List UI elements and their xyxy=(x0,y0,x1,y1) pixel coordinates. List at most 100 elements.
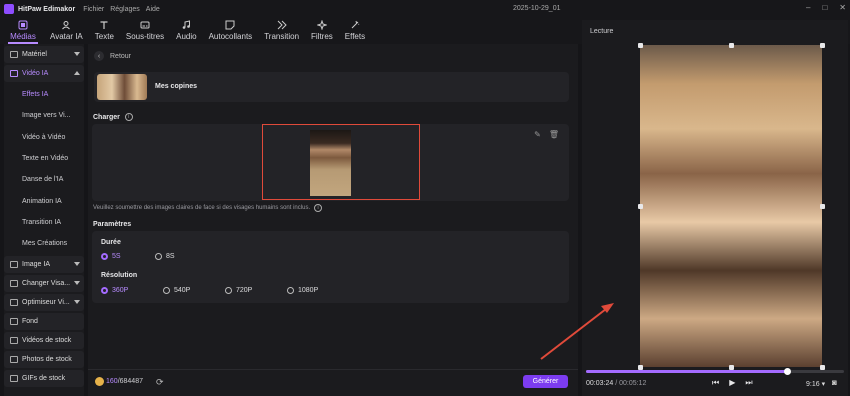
minimize-icon[interactable]: – xyxy=(806,3,810,12)
resize-handle[interactable] xyxy=(729,43,734,48)
close-icon[interactable]: ✕ xyxy=(839,3,846,12)
tab-autocollants[interactable]: Autocollants xyxy=(205,18,257,41)
resolution-option-540p[interactable]: 540P xyxy=(163,287,190,294)
sidebar-cat-changer-visage[interactable]: Changer Visa... xyxy=(4,275,84,293)
preview-video[interactable] xyxy=(640,45,822,367)
sidebar-cat-gifs-stock[interactable]: GIFs de stock xyxy=(4,370,84,388)
sidebar-cat-video-ia[interactable]: Vidéo IA xyxy=(4,65,84,82)
project-name: 2025-10-29_01 xyxy=(513,5,561,12)
tab-filtres[interactable]: Filtres xyxy=(307,18,337,41)
params-panel: Durée 5S 8S Résolution 360P 540P 720P 10… xyxy=(92,231,569,303)
back-button[interactable]: ‹ Retour xyxy=(94,51,131,61)
sidebar-cat-fond[interactable]: Fond xyxy=(4,313,84,331)
resolution-option-1080p[interactable]: 1080P xyxy=(287,287,318,294)
tab-label: Avatar IA xyxy=(50,32,83,41)
sidebar-cat-label: Optimiseur Vi... xyxy=(22,299,70,307)
resize-handle[interactable] xyxy=(820,204,825,209)
sidebar-item-image-vers-video[interactable]: Image vers Vi... xyxy=(4,105,84,126)
image-icon xyxy=(10,261,18,269)
sidebar-item-danse-ia[interactable]: Danse de l'IA xyxy=(4,169,84,190)
resolution-option-720p[interactable]: 720P xyxy=(225,287,252,294)
playback-controls: ⏮ ▶ ⏭ xyxy=(712,378,753,388)
seek-progress xyxy=(586,370,788,373)
radio-label: 5S xyxy=(112,253,121,260)
menu-reglages[interactable]: Réglages xyxy=(110,6,140,13)
sidebar-cat-label: Matériel xyxy=(22,51,47,58)
aspect-ratio-select[interactable]: 9:16 ▾ xyxy=(806,380,825,388)
edit-icon[interactable]: ✎ xyxy=(534,130,541,139)
radio-icon xyxy=(287,287,294,294)
upload-hint: Veuillez soumettre des images claires de… xyxy=(93,204,323,212)
info-icon[interactable]: i xyxy=(314,204,323,212)
play-icon[interactable]: ▶ xyxy=(729,378,735,388)
sidebar-item-animation-ia[interactable]: Animation IA xyxy=(4,190,84,211)
resize-handle[interactable] xyxy=(638,204,643,209)
credit-balance: 160/684487 xyxy=(106,378,143,385)
sidebar-cat-materiel[interactable]: Matériel xyxy=(4,46,84,63)
upload-label: Charger xyxy=(93,113,120,121)
chevron-down-icon xyxy=(74,262,80,267)
duration-option-5s[interactable]: 5S xyxy=(101,253,121,260)
stock-video-icon xyxy=(10,337,18,345)
stock-photo-icon xyxy=(10,356,18,364)
filter-icon xyxy=(316,20,327,30)
sidebar-cat-photos-stock[interactable]: Photos de stock xyxy=(4,351,84,369)
upload-area[interactable]: ✎ 🗑 xyxy=(92,124,569,201)
resolution-label: Résolution xyxy=(101,272,138,279)
chevron-up-icon xyxy=(74,71,80,75)
params-title: Paramètres xyxy=(93,221,132,228)
panel-footer: 160/684487 ⟳ Générer xyxy=(88,369,578,396)
tab-effets[interactable]: Effets xyxy=(341,18,369,41)
maximize-icon[interactable]: □ xyxy=(822,3,827,12)
enhance-icon xyxy=(10,299,18,307)
tab-avatar-ia[interactable]: Avatar IA xyxy=(46,18,87,41)
resize-handle[interactable] xyxy=(638,43,643,48)
chevron-down-icon xyxy=(74,52,80,56)
tab-audio[interactable]: Audio xyxy=(172,18,200,41)
chevron-down-icon xyxy=(74,281,80,286)
sidebar-cat-optimiseur[interactable]: Optimiseur Vi... xyxy=(4,294,84,312)
app-logo-icon xyxy=(4,4,14,14)
gif-icon xyxy=(10,375,18,383)
avatar-icon xyxy=(61,20,71,30)
info-icon[interactable]: i xyxy=(124,113,133,121)
sidebar-item-texte-en-video[interactable]: Texte en Vidéo xyxy=(4,148,84,169)
resolution-option-360p[interactable]: 360P xyxy=(101,287,128,294)
aspect-ratio-value: 9:16 xyxy=(806,381,820,388)
sidebar-item-video-a-video[interactable]: Vidéo à Vidéo xyxy=(4,127,84,148)
title-bar: HitPaw Edimakor Fichier Réglages Aide 20… xyxy=(0,0,850,18)
generate-button[interactable]: Générer xyxy=(523,375,568,388)
previous-frame-icon[interactable]: ⏮ xyxy=(712,378,719,388)
sidebar-cat-image-ia[interactable]: Image IA xyxy=(4,256,84,274)
tab-label: Médias xyxy=(10,32,36,41)
effect-card[interactable]: Mes copines xyxy=(94,72,569,102)
duration-label: Durée xyxy=(101,239,121,246)
refresh-icon[interactable]: ⟳ xyxy=(156,377,164,388)
seek-bar[interactable] xyxy=(586,368,844,375)
camera-icon[interactable]: ◙ xyxy=(832,378,837,387)
tab-label: Texte xyxy=(94,32,114,41)
radio-selected-icon xyxy=(101,287,108,294)
sidebar-item-mes-creations[interactable]: Mes Créations xyxy=(4,233,84,254)
highlight-box xyxy=(262,124,420,200)
menu-fichier[interactable]: Fichier xyxy=(83,6,104,13)
tab-transition[interactable]: Transition xyxy=(260,18,303,41)
resize-handle[interactable] xyxy=(820,43,825,48)
tab-texte[interactable]: Texte xyxy=(91,18,118,41)
tab-medias[interactable]: Médias xyxy=(4,18,42,44)
effect-name: Mes copines xyxy=(155,83,198,90)
seek-knob[interactable] xyxy=(784,368,792,375)
menu-aide[interactable]: Aide xyxy=(146,6,160,13)
time-current: 00:03:24 xyxy=(586,380,614,387)
sidebar-item-transition-ia[interactable]: Transition IA xyxy=(4,212,84,233)
app-window: HitPaw Edimakor Fichier Réglages Aide 20… xyxy=(0,0,850,396)
upload-heading: Charger i xyxy=(93,113,133,121)
sidebar-item-effets-ia[interactable]: Effets IA xyxy=(4,84,84,105)
sidebar-cat-videos-stock[interactable]: Vidéos de stock xyxy=(4,332,84,350)
tab-sous-titres[interactable]: Sous-titres xyxy=(122,18,168,41)
next-frame-icon[interactable]: ⏭ xyxy=(745,378,752,388)
duration-option-8s[interactable]: 8S xyxy=(155,253,175,260)
time-display: 00:03:24 / 00:05:12 xyxy=(586,380,646,387)
trash-icon[interactable]: 🗑 xyxy=(549,130,559,139)
chevron-left-icon: ‹ xyxy=(94,51,104,61)
